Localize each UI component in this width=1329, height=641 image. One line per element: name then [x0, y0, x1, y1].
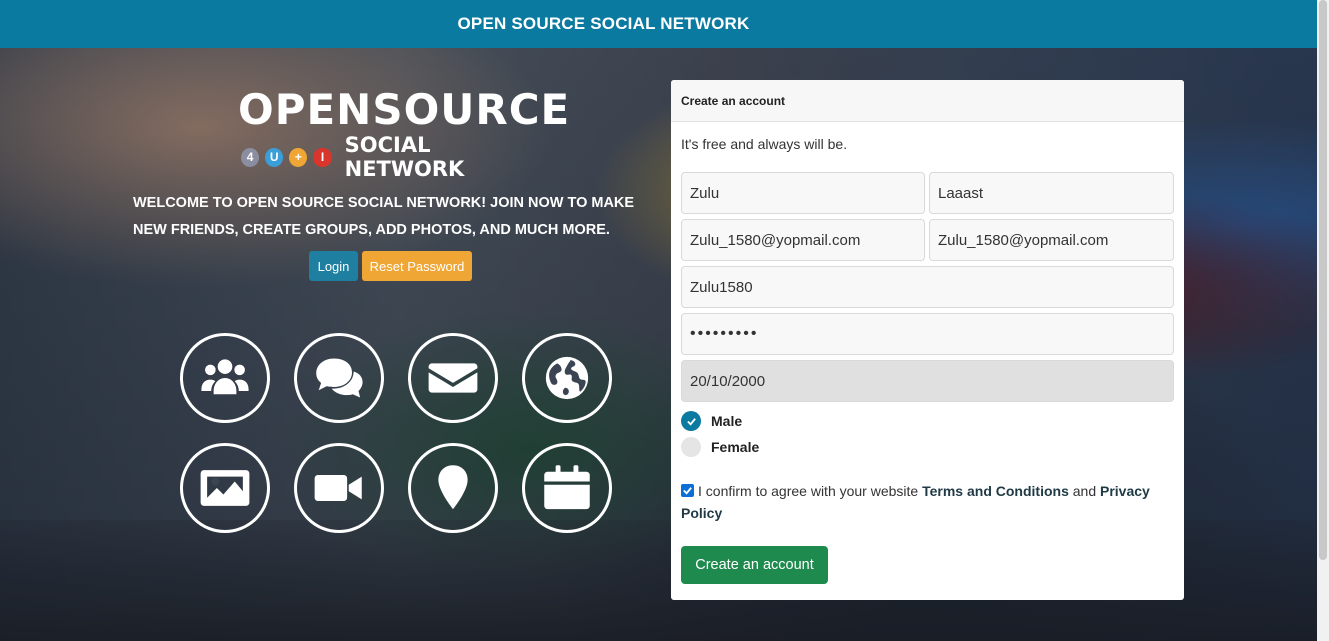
site-title: OPEN SOURCE SOCIAL NETWORK [457, 14, 750, 33]
first-name-field[interactable]: Zulu [681, 172, 925, 214]
signup-subtitle: It's free and always will be. [681, 136, 848, 152]
logo-badge: I [313, 147, 332, 167]
gender-male-option[interactable]: Male [681, 411, 742, 431]
logo-badge: U [265, 147, 284, 167]
terms-agreement: I confirm to agree with your website Ter… [681, 480, 1171, 524]
username-field[interactable]: Zulu1580 [681, 266, 1174, 308]
map-marker-icon [408, 443, 498, 533]
birthdate-field[interactable]: 20/10/2000 [681, 360, 1174, 402]
password-field[interactable]: ••••••••• [681, 313, 1174, 355]
create-account-button[interactable]: Create an account [681, 546, 828, 584]
scrollbar-thumb[interactable] [1319, 0, 1327, 560]
terms-checkbox[interactable] [681, 484, 694, 497]
signup-card: Create an account It's free and always w… [671, 80, 1184, 600]
envelope-icon [408, 333, 498, 423]
radio-unchecked-icon[interactable] [681, 437, 701, 457]
email-confirm-field[interactable]: Zulu_1580@yopmail.com [929, 219, 1174, 261]
logo-badge: + [289, 147, 308, 167]
globe-icon [522, 333, 612, 423]
comments-icon [294, 333, 384, 423]
terms-prefix: I confirm to agree with your website [698, 483, 919, 499]
top-bar: OPEN SOURCE SOCIAL NETWORK [0, 0, 1317, 48]
signup-title: Create an account [671, 80, 1184, 122]
gender-female-label: Female [711, 439, 760, 455]
radio-checked-icon[interactable] [681, 411, 701, 431]
login-button[interactable]: Login [309, 251, 358, 281]
terms-link[interactable]: Terms and Conditions [922, 483, 1069, 499]
video-icon [294, 443, 384, 533]
logo-main-text: OPENSOURCE [238, 85, 571, 134]
scrollbar[interactable] [1317, 0, 1329, 641]
calendar-icon [522, 443, 612, 533]
site-logo: OPENSOURCE 4 U + I SOCIAL NETWORK [238, 85, 571, 182]
users-icon [180, 333, 270, 423]
gender-female-option[interactable]: Female [681, 437, 759, 457]
gender-male-label: Male [711, 413, 743, 429]
reset-password-button[interactable]: Reset Password [362, 251, 472, 281]
email-field[interactable]: Zulu_1580@yopmail.com [681, 219, 925, 261]
last-name-field[interactable]: Laaast [929, 172, 1174, 214]
logo-badge: 4 [241, 147, 260, 167]
terms-and: and [1072, 483, 1097, 499]
welcome-text: WELCOME TO OPEN SOURCE SOCIAL NETWORK! J… [133, 195, 635, 238]
logo-sub-text: SOCIAL NETWORK [344, 133, 465, 181]
image-icon [180, 443, 270, 533]
logo-subline: 4 U + I SOCIAL NETWORK [238, 133, 548, 181]
